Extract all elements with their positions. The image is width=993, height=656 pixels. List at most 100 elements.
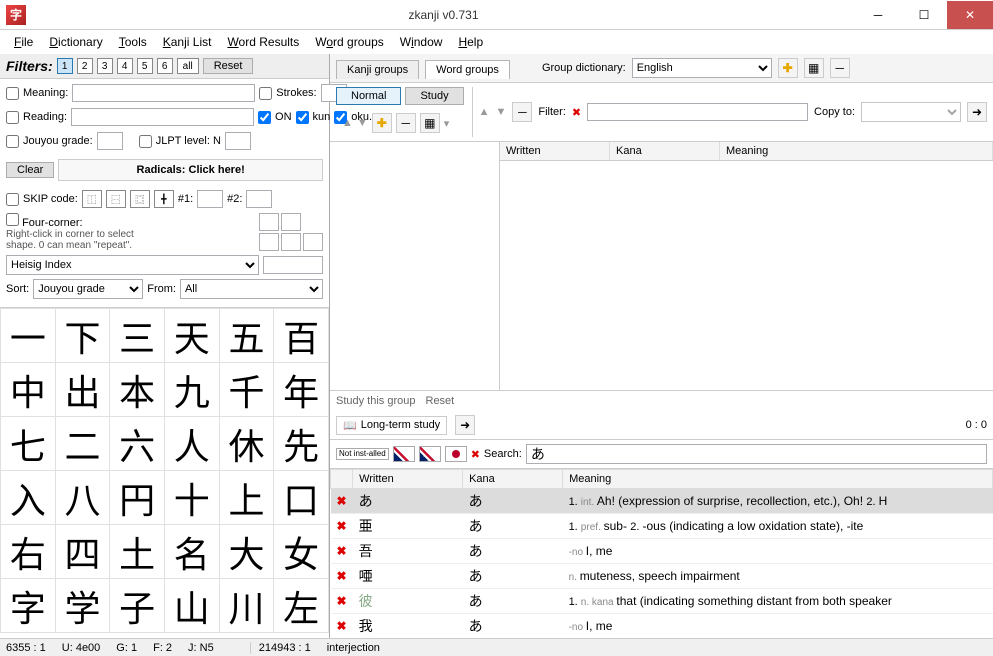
kanji-cell[interactable]: 百 bbox=[274, 309, 329, 363]
kanji-cell[interactable]: 三 bbox=[110, 309, 165, 363]
filter-input[interactable] bbox=[587, 103, 808, 121]
results-col-written[interactable]: Written bbox=[353, 470, 463, 489]
long-term-study-button[interactable]: 📖 Long-term study bbox=[336, 416, 447, 435]
study-this-group-link[interactable]: Study this group bbox=[336, 395, 416, 407]
delete-icon[interactable]: ✖ bbox=[331, 489, 353, 514]
kanji-cell[interactable]: 大 bbox=[219, 525, 274, 579]
delete-icon[interactable]: ✖ bbox=[331, 589, 353, 614]
flag-uk-icon[interactable] bbox=[393, 446, 415, 462]
kanji-cell[interactable]: 四 bbox=[55, 525, 110, 579]
kanji-cell[interactable]: 本 bbox=[110, 363, 165, 417]
copyto-go-icon[interactable]: ➜ bbox=[967, 102, 987, 122]
item-up-icon[interactable]: ▲ bbox=[479, 106, 490, 118]
skip-h1-input[interactable] bbox=[197, 190, 223, 208]
tab-kanji-groups[interactable]: Kanji groups bbox=[336, 60, 419, 79]
tab-word-groups[interactable]: Word groups bbox=[425, 60, 510, 79]
kanji-cell[interactable]: 土 bbox=[110, 525, 165, 579]
reading-checkbox[interactable] bbox=[6, 111, 19, 124]
filter-preset-4[interactable]: 4 bbox=[117, 58, 133, 74]
menu-tools[interactable]: Tools bbox=[113, 33, 153, 51]
kanji-cell[interactable]: 上 bbox=[219, 471, 274, 525]
result-row[interactable]: ✖我あ-no I, me bbox=[331, 614, 993, 639]
delete-icon[interactable]: ✖ bbox=[331, 564, 353, 589]
kanji-cell[interactable]: 年 bbox=[274, 363, 329, 417]
menu-kanji-list[interactable]: Kanji List bbox=[157, 33, 218, 51]
filter-clear-icon[interactable]: ✖ bbox=[572, 106, 581, 119]
search-clear-icon[interactable]: ✖ bbox=[471, 448, 480, 461]
kanji-cell[interactable]: 川 bbox=[219, 579, 274, 633]
group-dict-select[interactable]: English bbox=[632, 58, 772, 78]
col-meaning[interactable]: Meaning bbox=[720, 142, 993, 160]
result-row[interactable]: ✖彼あ1. n. kana that (indicating something… bbox=[331, 589, 993, 614]
col-kana[interactable]: Kana bbox=[610, 142, 720, 160]
skip-shape-2[interactable]: ⿱ bbox=[106, 190, 126, 208]
kanji-cell[interactable]: 右 bbox=[1, 525, 56, 579]
group-dict-remove-icon[interactable]: ─ bbox=[830, 58, 850, 78]
result-row[interactable]: ✖ああ1. int. Ah! (expression of surprise, … bbox=[331, 489, 993, 514]
index-select[interactable]: Heisig Index bbox=[6, 255, 259, 275]
kanji-cell[interactable]: 子 bbox=[110, 579, 165, 633]
filter-preset-2[interactable]: 2 bbox=[77, 58, 93, 74]
kanji-cell[interactable]: 円 bbox=[110, 471, 165, 525]
search-input[interactable] bbox=[526, 444, 987, 464]
kanji-cell[interactable]: 名 bbox=[164, 525, 219, 579]
skip-shape-4[interactable]: ╋ bbox=[154, 190, 174, 208]
menu-file[interactable]: File bbox=[8, 33, 39, 51]
mode-study-button[interactable]: Study bbox=[405, 87, 463, 105]
kanji-cell[interactable]: 女 bbox=[274, 525, 329, 579]
jouyou-checkbox[interactable] bbox=[6, 135, 19, 148]
kanji-cell[interactable]: 九 bbox=[164, 363, 219, 417]
delete-icon[interactable]: ✖ bbox=[331, 614, 353, 639]
delete-icon[interactable]: ✖ bbox=[331, 539, 353, 564]
skip-shape-3[interactable]: ⿴ bbox=[130, 190, 150, 208]
kanji-cell[interactable]: 左 bbox=[274, 579, 329, 633]
kanji-cell[interactable]: 五 bbox=[219, 309, 274, 363]
delete-icon[interactable]: ✖ bbox=[331, 514, 353, 539]
menu-dictionary[interactable]: Dictionary bbox=[43, 33, 108, 51]
menu-help[interactable]: Help bbox=[452, 33, 489, 51]
results-col-meaning[interactable]: Meaning bbox=[563, 470, 993, 489]
on-checkbox[interactable] bbox=[258, 111, 271, 124]
kanji-cell[interactable]: 十 bbox=[164, 471, 219, 525]
kanji-cell[interactable]: 二 bbox=[55, 417, 110, 471]
group-remove-icon[interactable]: ─ bbox=[396, 113, 416, 133]
group-list[interactable] bbox=[330, 142, 500, 390]
clear-button[interactable]: Clear bbox=[6, 162, 54, 178]
index-input[interactable] bbox=[263, 256, 323, 274]
from-select[interactable]: All bbox=[180, 279, 323, 299]
kanji-cell[interactable]: 学 bbox=[55, 579, 110, 633]
group-tool1-icon[interactable]: ▦ bbox=[420, 113, 440, 133]
filters-reset-button[interactable]: Reset bbox=[203, 58, 254, 74]
minimize-button[interactable]: ─ bbox=[855, 1, 901, 29]
kanji-cell[interactable]: 中 bbox=[1, 363, 56, 417]
fourcorner-checkbox[interactable] bbox=[6, 213, 19, 226]
filter-preset-5[interactable]: 5 bbox=[137, 58, 153, 74]
kanji-cell[interactable]: 先 bbox=[274, 417, 329, 471]
kanji-cell[interactable]: 休 bbox=[219, 417, 274, 471]
filter-preset-6[interactable]: 6 bbox=[157, 58, 173, 74]
meaning-input[interactable] bbox=[72, 84, 255, 102]
skip-checkbox[interactable] bbox=[6, 193, 19, 206]
group-down-icon[interactable]: ▼ bbox=[357, 117, 368, 129]
meaning-checkbox[interactable] bbox=[6, 87, 19, 100]
maximize-button[interactable]: ☐ bbox=[901, 1, 947, 29]
item-remove-icon[interactable]: ─ bbox=[512, 102, 532, 122]
col-written[interactable]: Written bbox=[500, 142, 610, 160]
group-reset-link[interactable]: Reset bbox=[426, 395, 455, 407]
kanji-cell[interactable]: 口 bbox=[274, 471, 329, 525]
skip-h2-input[interactable] bbox=[246, 190, 272, 208]
kanji-cell[interactable]: 六 bbox=[110, 417, 165, 471]
group-menu-icon[interactable]: ▾ bbox=[444, 117, 450, 130]
sort-select[interactable]: Jouyou grade bbox=[33, 279, 143, 299]
kanji-cell[interactable]: 人 bbox=[164, 417, 219, 471]
menu-window[interactable]: Window bbox=[394, 33, 449, 51]
kanji-cell[interactable]: 七 bbox=[1, 417, 56, 471]
kanji-cell[interactable]: 入 bbox=[1, 471, 56, 525]
result-row[interactable]: ✖吾あ-no I, me bbox=[331, 539, 993, 564]
close-button[interactable]: ✕ bbox=[947, 1, 993, 29]
kanji-cell[interactable]: 下 bbox=[55, 309, 110, 363]
mode-normal-button[interactable]: Normal bbox=[336, 87, 401, 105]
jlpt-checkbox[interactable] bbox=[139, 135, 152, 148]
result-row[interactable]: ✖亜あ1. pref. sub- 2. -ous (indicating a l… bbox=[331, 514, 993, 539]
jouyou-input[interactable] bbox=[97, 132, 123, 150]
